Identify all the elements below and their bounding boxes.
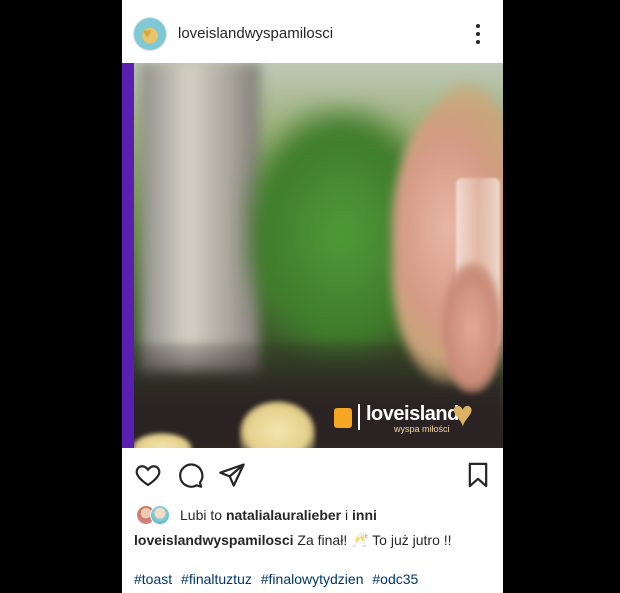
hashtag-link[interactable]: #toast [134, 571, 172, 587]
heart-icon: ♥ [143, 25, 152, 41]
gold-heart-icon: ♥ [452, 393, 474, 434]
likes-prefix: Lubi to [180, 507, 223, 523]
post-caption: loveislandwyspamilosci Za finał! 🥂 To ju… [134, 532, 452, 549]
profile-avatar[interactable]: ♥ [134, 18, 166, 50]
comment-icon[interactable] [176, 461, 204, 489]
likes-text: Lubi to natalialauralieber i inni [180, 507, 377, 523]
caption-username[interactable]: loveislandwyspamilosci [134, 532, 294, 548]
hashtag-link[interactable]: #finaltuztuz [181, 571, 252, 587]
caption-text: Za finał! 🥂 To już jutro !! [297, 532, 452, 548]
likes-user[interactable]: natalialauralieber [226, 507, 341, 523]
post-image[interactable]: loveisland wyspa miłości ♥ [122, 63, 503, 448]
post-username[interactable]: loveislandwyspamilosci [178, 25, 333, 42]
hashtag-list: #toast #finaltuztuz #finalowytydzien #od… [134, 571, 423, 587]
likes-summary[interactable]: Lubi to natalialauralieber i inni [136, 504, 496, 526]
brand-separator [358, 404, 360, 430]
channel-logo-icon [334, 408, 352, 428]
hashtag-link[interactable]: #finalowytydzien [261, 571, 364, 587]
likes-others[interactable]: inni [352, 507, 377, 523]
woman-hand [442, 263, 502, 393]
instagram-post: ♥ loveislandwyspamilosci loveisland wysp… [122, 0, 503, 593]
post-actions [122, 455, 503, 493]
more-options-icon[interactable] [468, 22, 488, 46]
post-header: ♥ loveislandwyspamilosci [122, 0, 503, 63]
brand-title: loveisland [366, 403, 459, 425]
like-heart-icon[interactable] [134, 461, 162, 489]
liker-avatar-2 [150, 505, 170, 525]
hashtag-link[interactable]: #odc35 [372, 571, 418, 587]
share-paper-plane-icon[interactable] [218, 461, 246, 489]
purple-side-stripe [122, 63, 134, 448]
save-bookmark-icon[interactable] [464, 461, 492, 489]
brand-subtitle: wyspa miłości [394, 424, 450, 434]
likes-conjunction: i [345, 507, 349, 523]
